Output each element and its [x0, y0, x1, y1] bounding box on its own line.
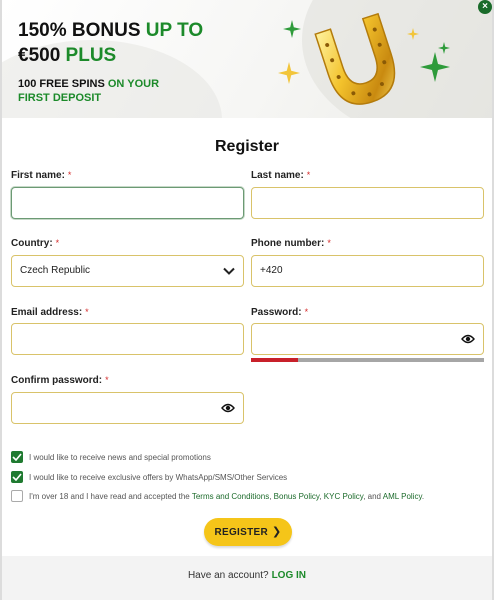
- separator-text: .: [421, 492, 425, 501]
- news-consent-text: I would like to receive news and special…: [29, 453, 211, 462]
- promo-banner: 150% BONUS UP TO €500 PLUS 100 FREE SPIN…: [2, 0, 492, 118]
- first-name-input[interactable]: [11, 187, 244, 219]
- required-mark: *: [304, 307, 309, 317]
- required-mark: *: [67, 170, 72, 180]
- register-button[interactable]: REGISTER ❯: [204, 518, 292, 546]
- offers-consent-row[interactable]: I would like to receive exclusive offers…: [11, 470, 288, 485]
- headline-text: €500: [18, 45, 66, 66]
- age-terms-checkbox[interactable]: [11, 489, 23, 502]
- headline-text: 150% BONUS: [18, 20, 146, 41]
- horseshoe-icon: [314, 12, 396, 105]
- confirm-password-label-text: Confirm password:: [11, 375, 103, 386]
- password-strength-bar: [251, 358, 484, 362]
- last-name-label-text: Last name:: [251, 170, 304, 181]
- subline-text-green: FIRST DEPOSIT: [18, 92, 102, 104]
- chevron-right-icon: ❯: [272, 526, 282, 538]
- sparkle-icon: [283, 20, 301, 38]
- checkmark-icon: [12, 473, 22, 481]
- headline-text-green: UP TO: [145, 20, 204, 41]
- subline-text: 100 FREE SPINS: [18, 78, 108, 90]
- eye-icon[interactable]: [221, 402, 235, 414]
- country-label: Country: *: [11, 238, 59, 249]
- required-mark: *: [105, 375, 109, 385]
- headline-text-green: PLUS: [65, 45, 117, 66]
- required-mark: *: [306, 170, 311, 180]
- close-button[interactable]: ×: [478, 0, 492, 14]
- eye-icon[interactable]: [461, 333, 475, 345]
- password-label: Password: *: [251, 307, 308, 318]
- bonus-policy-link[interactable]: Bonus Policy: [274, 492, 320, 501]
- age-terms-text: I'm over 18 and I have read and accepted…: [29, 492, 192, 501]
- first-name-label: First name: *: [11, 170, 71, 181]
- sparkle-icon: [278, 62, 300, 84]
- confirm-password-input[interactable]: [11, 392, 244, 424]
- country-value: Czech Republic: [20, 265, 91, 276]
- confirm-password-label: Confirm password: *: [11, 375, 109, 386]
- last-name-input[interactable]: [251, 187, 484, 219]
- promo-headline: 150% BONUS UP TO €500 PLUS: [18, 18, 248, 68]
- phone-label-text: Phone number:: [251, 238, 325, 249]
- email-input[interactable]: [11, 323, 244, 355]
- phone-label: Phone number: *: [251, 238, 331, 249]
- required-mark: *: [85, 307, 89, 317]
- email-label-text: Email address:: [11, 307, 83, 318]
- country-label-text: Country:: [11, 238, 53, 249]
- aml-policy-link[interactable]: AML Policy: [383, 492, 422, 501]
- age-terms-row[interactable]: I'm over 18 and I have read and accepted…: [11, 489, 425, 504]
- checkmark-icon: [12, 453, 22, 461]
- sparkle-icon: [407, 28, 419, 40]
- promo-subline: 100 FREE SPINS ON YOUR FIRST DEPOSIT: [18, 77, 218, 105]
- sparkle-icon: [420, 52, 450, 82]
- registration-modal: 150% BONUS UP TO €500 PLUS 100 FREE SPIN…: [2, 0, 492, 600]
- phone-input[interactable]: +420: [251, 255, 484, 287]
- password-input[interactable]: [251, 323, 484, 355]
- form-title: Register: [214, 138, 280, 155]
- last-name-label: Last name: *: [251, 170, 310, 181]
- password-label-text: Password:: [251, 307, 302, 318]
- terms-link[interactable]: Terms and Conditions: [192, 492, 269, 501]
- subline-text-green: ON YOUR: [107, 78, 160, 90]
- login-footer: Have an account? LOG IN: [2, 556, 492, 600]
- register-button-label: REGISTER: [214, 527, 268, 538]
- kyc-policy-link[interactable]: KYC Policy: [324, 492, 363, 501]
- login-link[interactable]: LOG IN: [272, 570, 306, 581]
- required-mark: *: [327, 238, 331, 248]
- password-strength-fill: [251, 358, 298, 362]
- news-consent-row[interactable]: I would like to receive news and special…: [11, 450, 211, 465]
- news-consent-checkbox[interactable]: [11, 450, 23, 463]
- separator-text: , and: [363, 492, 383, 501]
- first-name-label-text: First name:: [11, 170, 65, 181]
- required-mark: *: [55, 238, 60, 248]
- offers-consent-text: I would like to receive exclusive offers…: [29, 473, 288, 482]
- email-label: Email address: *: [11, 307, 89, 318]
- have-account-text: Have an account?: [187, 570, 269, 581]
- chevron-down-icon: [223, 267, 235, 275]
- offers-consent-checkbox[interactable]: [11, 470, 23, 483]
- country-select[interactable]: Czech Republic: [11, 255, 244, 287]
